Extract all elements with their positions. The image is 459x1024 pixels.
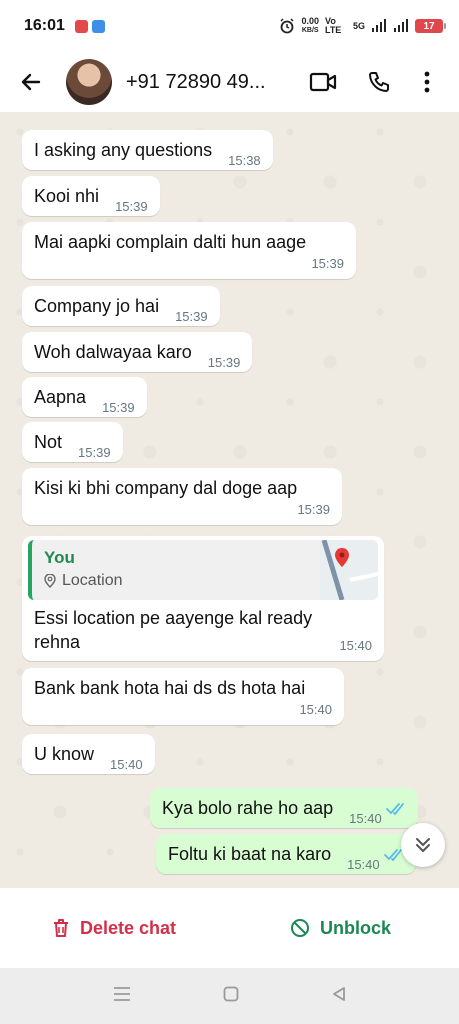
quoted-location[interactable]: You Location	[28, 540, 378, 600]
block-icon	[290, 919, 309, 937]
speed-value: 0.00	[301, 16, 319, 26]
volte-label: Vo LTE	[324, 16, 342, 35]
outgoing-message[interactable]: Foltu ki baat na karo 15:40	[156, 834, 416, 874]
location-pin-icon	[44, 574, 56, 588]
incoming-message[interactable]: U know 15:40	[22, 734, 155, 774]
scroll-to-bottom-button[interactable]	[401, 823, 445, 867]
chevron-double-down-icon	[416, 838, 430, 852]
delete-chat-button[interactable]: Delete chat	[52, 918, 176, 939]
trash-icon	[54, 919, 68, 937]
message-time: 15:39	[102, 400, 135, 415]
menu-icon	[113, 986, 130, 1001]
5g-label: 5G	[352, 20, 365, 31]
incoming-message[interactable]: Woh dalwayaa karo 15:39	[22, 332, 253, 372]
phone-icon	[369, 72, 389, 92]
signal-icon	[372, 19, 386, 32]
read-ticks-icon	[385, 799, 406, 820]
message-text: Foltu ki baat na karo	[168, 844, 332, 864]
contact-name[interactable]: +91 72890 49...	[126, 71, 286, 94]
notification-app-icon	[91, 19, 105, 33]
blocked-contact-actions: Delete chat Unblock	[0, 888, 459, 968]
speed-unit: KB/S	[301, 27, 319, 34]
chat-area[interactable]: I asking any questions 15:38 Kooi nhi 15:3…	[0, 112, 459, 888]
recents-button[interactable]	[113, 986, 131, 1007]
incoming-message[interactable]: Aapna 15:39	[22, 377, 147, 417]
message-time: 15:40	[349, 811, 382, 826]
battery-icon: 17	[415, 19, 446, 33]
avatar[interactable]	[66, 59, 112, 105]
message-time: 15:40	[110, 757, 143, 772]
incoming-message[interactable]: Mai aapki complain dalti hun aage 15:39	[22, 222, 356, 279]
message-text: Kooi nhi	[34, 186, 100, 206]
network-speed: 0.00 KB/S	[301, 17, 319, 35]
more-vertical-icon	[424, 71, 430, 93]
quoted-type: Location	[62, 572, 123, 589]
quoted-location-label: Location	[44, 572, 123, 590]
notification-icons	[74, 19, 105, 33]
message-time: 15:39	[297, 502, 330, 517]
quoted-author: You	[44, 548, 75, 567]
outgoing-message[interactable]: Kya bolo rahe ho aap 15:40	[150, 788, 418, 828]
alarm-icon	[280, 18, 294, 34]
square-icon	[223, 986, 238, 1001]
unblock-label: Unblock	[319, 917, 391, 938]
message-time: 15:39	[115, 199, 148, 214]
incoming-message[interactable]: I asking any questions 15:38	[22, 130, 273, 170]
more-options-button[interactable]	[407, 54, 447, 110]
message-text: Mai aapki complain dalti hun aage	[34, 232, 307, 252]
voice-call-button[interactable]	[351, 54, 407, 110]
incoming-message[interactable]: Not 15:39	[22, 422, 123, 462]
message-text: Woh dalwayaa karo	[34, 342, 192, 362]
message-text: U know	[34, 744, 95, 764]
notification-app-icon	[74, 19, 88, 33]
message-time: 15:38	[228, 153, 261, 168]
message-time: 15:40	[339, 638, 372, 653]
message-time: 15:40	[347, 857, 380, 872]
status-bar: 16:01 0.00 KB/S Vo LTE 5G 17	[0, 0, 459, 52]
unblock-button[interactable]: Unblock	[290, 918, 391, 939]
signal-icon	[394, 19, 408, 32]
message-text: Kisi ki bhi company dal doge aap	[34, 478, 298, 498]
message-text: Essi location pe aayenge kal ready	[34, 608, 313, 628]
message-text: Not	[34, 432, 63, 452]
message-time: 15:39	[311, 256, 344, 271]
video-call-button[interactable]	[295, 54, 351, 110]
incoming-message[interactable]: Kisi ki bhi company dal doge aap 15:39	[22, 468, 342, 525]
status-right: 0.00 KB/S Vo LTE 5G 17	[279, 16, 446, 35]
message-text: Aapna	[34, 387, 87, 407]
message-text: Company jo hai	[34, 296, 160, 316]
message-time: 15:39	[78, 445, 111, 460]
message-time: 15:39	[175, 309, 208, 324]
incoming-message[interactable]: Company jo hai 15:39	[22, 286, 220, 326]
incoming-message[interactable]: Bank bank hota hai ds ds hota hai 15:40	[22, 668, 344, 725]
map-icon	[320, 540, 378, 600]
video-camera-icon	[309, 72, 337, 92]
back-button[interactable]	[6, 52, 56, 112]
system-navigation-bar	[0, 968, 459, 1024]
message-time: 15:39	[207, 355, 241, 370]
header-actions	[295, 54, 447, 110]
message-text: Bank bank hota hai ds ds hota hai	[34, 678, 306, 698]
system-back-button[interactable]	[331, 986, 347, 1007]
battery-level: 17	[423, 20, 435, 32]
incoming-message[interactable]: Kooi nhi 15:39	[22, 176, 160, 216]
chat-header: +91 72890 49...	[0, 52, 459, 112]
home-button[interactable]	[223, 986, 239, 1007]
status-time: 16:01	[24, 17, 65, 34]
message-text: I asking any questions	[34, 140, 213, 160]
incoming-reply-message[interactable]: You Location Essi location pe aayenge ka…	[22, 536, 384, 661]
delete-chat-label: Delete chat	[80, 917, 177, 938]
arrow-left-icon	[21, 73, 41, 91]
message-text: Kya bolo rahe ho aap	[162, 798, 334, 818]
map-thumbnail	[320, 540, 378, 600]
triangle-back-icon	[332, 986, 345, 1001]
message-time: 15:40	[299, 702, 332, 717]
